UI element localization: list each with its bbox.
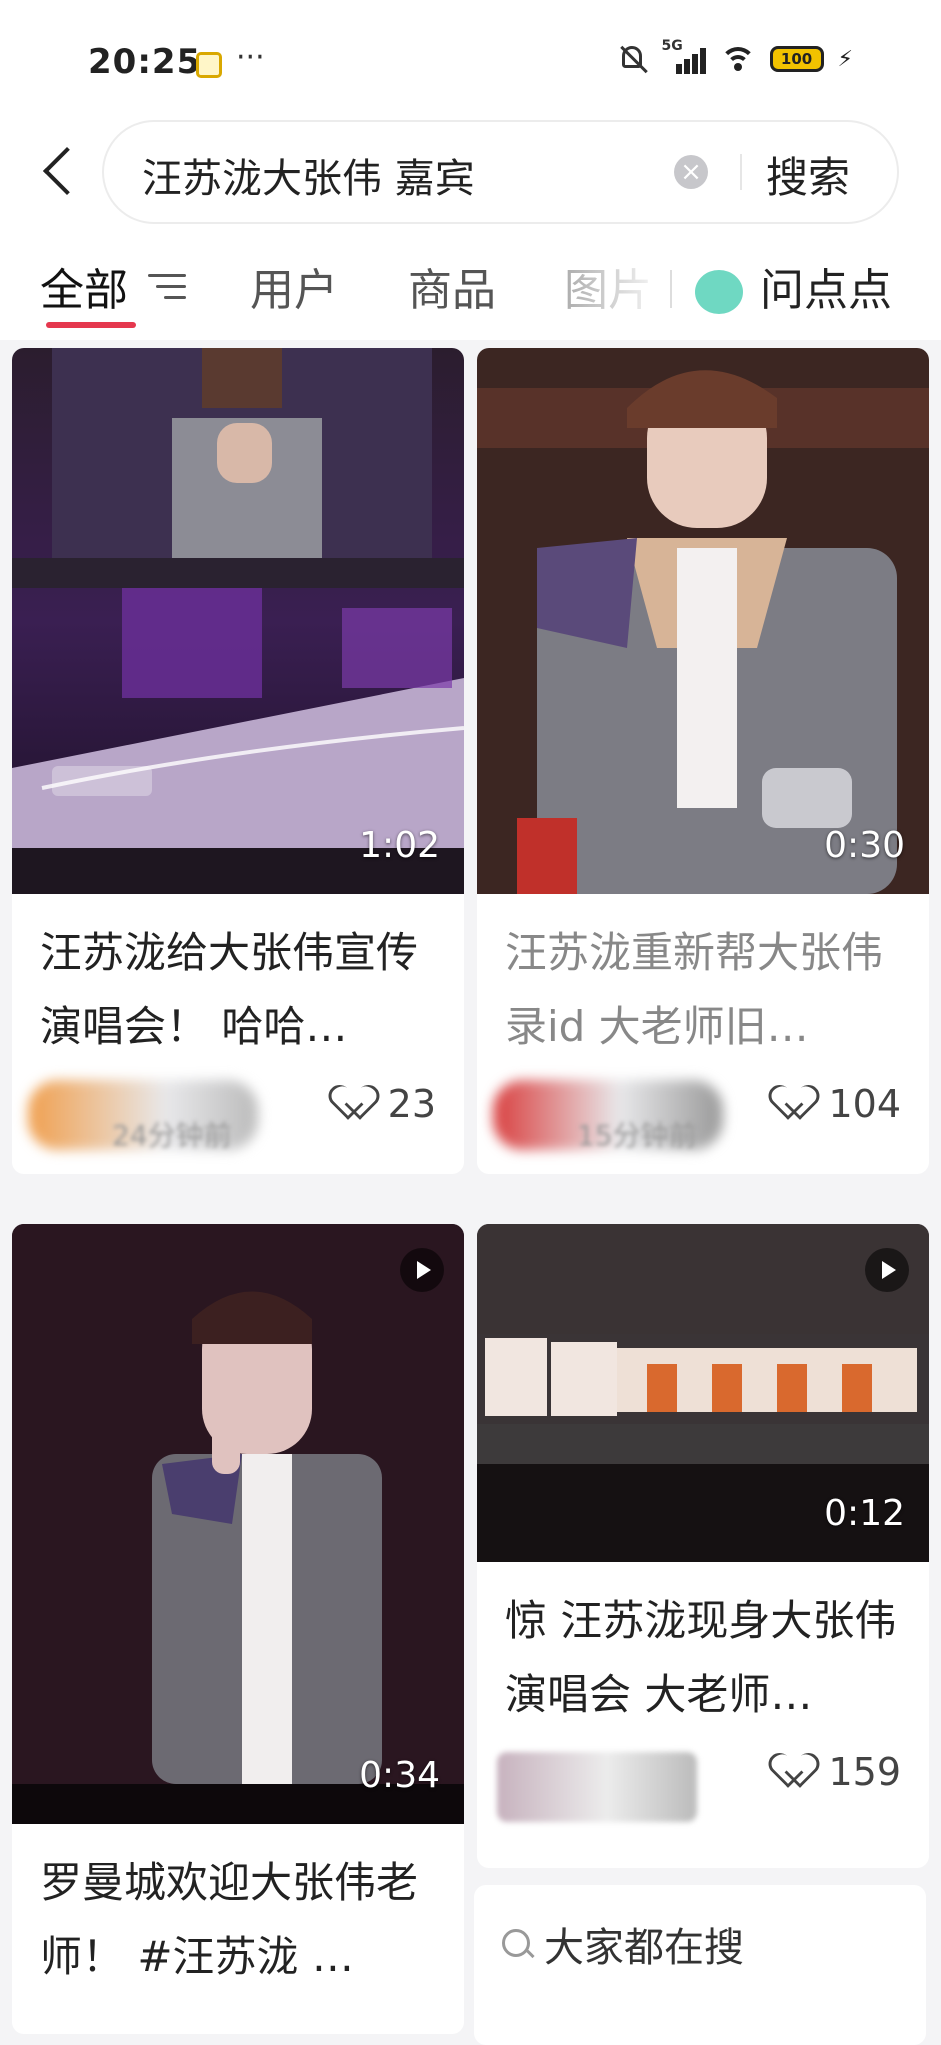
card-title[interactable]: 汪苏泷给大张伟宣传演唱会！ 哈哈… (12, 894, 464, 1064)
status-time: 20:25 (88, 42, 202, 82)
suggestions-card[interactable]: 大家都在搜 (474, 1885, 926, 2045)
like-count: 104 (828, 1082, 901, 1126)
search-icon (502, 1929, 530, 1957)
play-icon (865, 1248, 909, 1292)
charging-icon: ⚡ (837, 46, 853, 72)
video-card[interactable]: 0:34 罗曼城欢迎大张伟老师！ #汪苏泷 … (12, 1224, 464, 2034)
clear-search-button[interactable]: × (674, 155, 708, 189)
tab-all[interactable]: 全部 (40, 254, 128, 318)
card-title[interactable]: 惊 汪苏泷现身大张伟演唱会 大老师… (477, 1562, 929, 1732)
play-icon (400, 1248, 444, 1292)
app-notification-icon (196, 52, 222, 78)
video-card[interactable]: 0:12 惊 汪苏泷现身大张伟演唱会 大老师… 159 (477, 1224, 929, 1868)
card-meta: 15分钟前 104 (477, 1064, 929, 1164)
search-button[interactable]: 搜索 (766, 144, 850, 205)
post-time: 15分钟前 (577, 1119, 697, 1152)
back-arrow-icon[interactable] (42, 146, 92, 196)
performer-image (477, 348, 929, 894)
card-meta: 24分钟前 23 (12, 1064, 464, 1164)
active-tab-indicator (46, 322, 136, 328)
video-thumbnail[interactable]: 0:12 (477, 1224, 929, 1562)
video-thumbnail[interactable]: 1:02 (12, 348, 464, 894)
concert-image (12, 348, 464, 894)
card-meta: 159 (477, 1732, 929, 1832)
video-card[interactable]: 0:30 汪苏泷重新帮大张伟录id 大老师旧… 15分钟前 104 (477, 348, 929, 1174)
wifi-icon (719, 45, 756, 73)
search-input[interactable]: 汪苏泷大张伟 嘉宾 × 搜索 (104, 122, 897, 222)
search-header: 汪苏泷大张伟 嘉宾 × 搜索 (0, 120, 941, 230)
more-notifications-icon: ··· (236, 40, 265, 75)
divider (670, 270, 672, 308)
avatar[interactable] (497, 1752, 697, 1822)
filter-icon[interactable] (148, 272, 186, 302)
like-button[interactable]: 104 (778, 1082, 901, 1126)
ask-assistant-icon[interactable] (695, 270, 743, 314)
status-bar: 20:25 ··· 5G 100 ⚡ (0, 0, 941, 120)
status-icons: 5G 100 ⚡ (618, 38, 853, 74)
like-button[interactable]: 23 (338, 1082, 436, 1126)
heart-icon (338, 1086, 378, 1122)
tab-bar: 全部 用户 商品 图片 问点点 (0, 230, 941, 340)
divider (740, 154, 742, 190)
video-card[interactable]: 1:02 汪苏泷给大张伟宣传演唱会！ 哈哈… 24分钟前 23 (12, 348, 464, 1174)
video-thumbnail[interactable]: 0:30 (477, 348, 929, 894)
video-duration: 0:30 (824, 825, 905, 866)
like-button[interactable]: 159 (778, 1750, 901, 1794)
tab-ask[interactable]: 问点点 (760, 254, 892, 318)
video-duration: 1:02 (359, 825, 440, 866)
card-title[interactable]: 汪苏泷重新帮大张伟录id 大老师旧… (477, 894, 929, 1064)
post-time: 24分钟前 (112, 1119, 232, 1152)
heart-icon (778, 1754, 818, 1790)
like-count: 23 (387, 1082, 436, 1126)
mute-icon (618, 44, 648, 74)
heart-icon (778, 1086, 818, 1122)
performer-image (12, 1224, 464, 1824)
search-query[interactable]: 汪苏泷大张伟 嘉宾 (142, 146, 475, 204)
tab-products[interactable]: 商品 (408, 254, 496, 318)
card-title[interactable]: 罗曼城欢迎大张伟老师！ #汪苏泷 … (12, 1824, 464, 1994)
video-duration: 0:12 (824, 1493, 905, 1534)
battery-icon: 100 (769, 46, 824, 72)
signal-icon: 5G (662, 38, 706, 74)
suggestions-title: 大家都在搜 (544, 1925, 744, 1971)
video-duration: 0:34 (359, 1755, 440, 1796)
video-thumbnail[interactable]: 0:34 (12, 1224, 464, 1824)
tab-users[interactable]: 用户 (250, 254, 338, 318)
like-count: 159 (828, 1750, 901, 1794)
